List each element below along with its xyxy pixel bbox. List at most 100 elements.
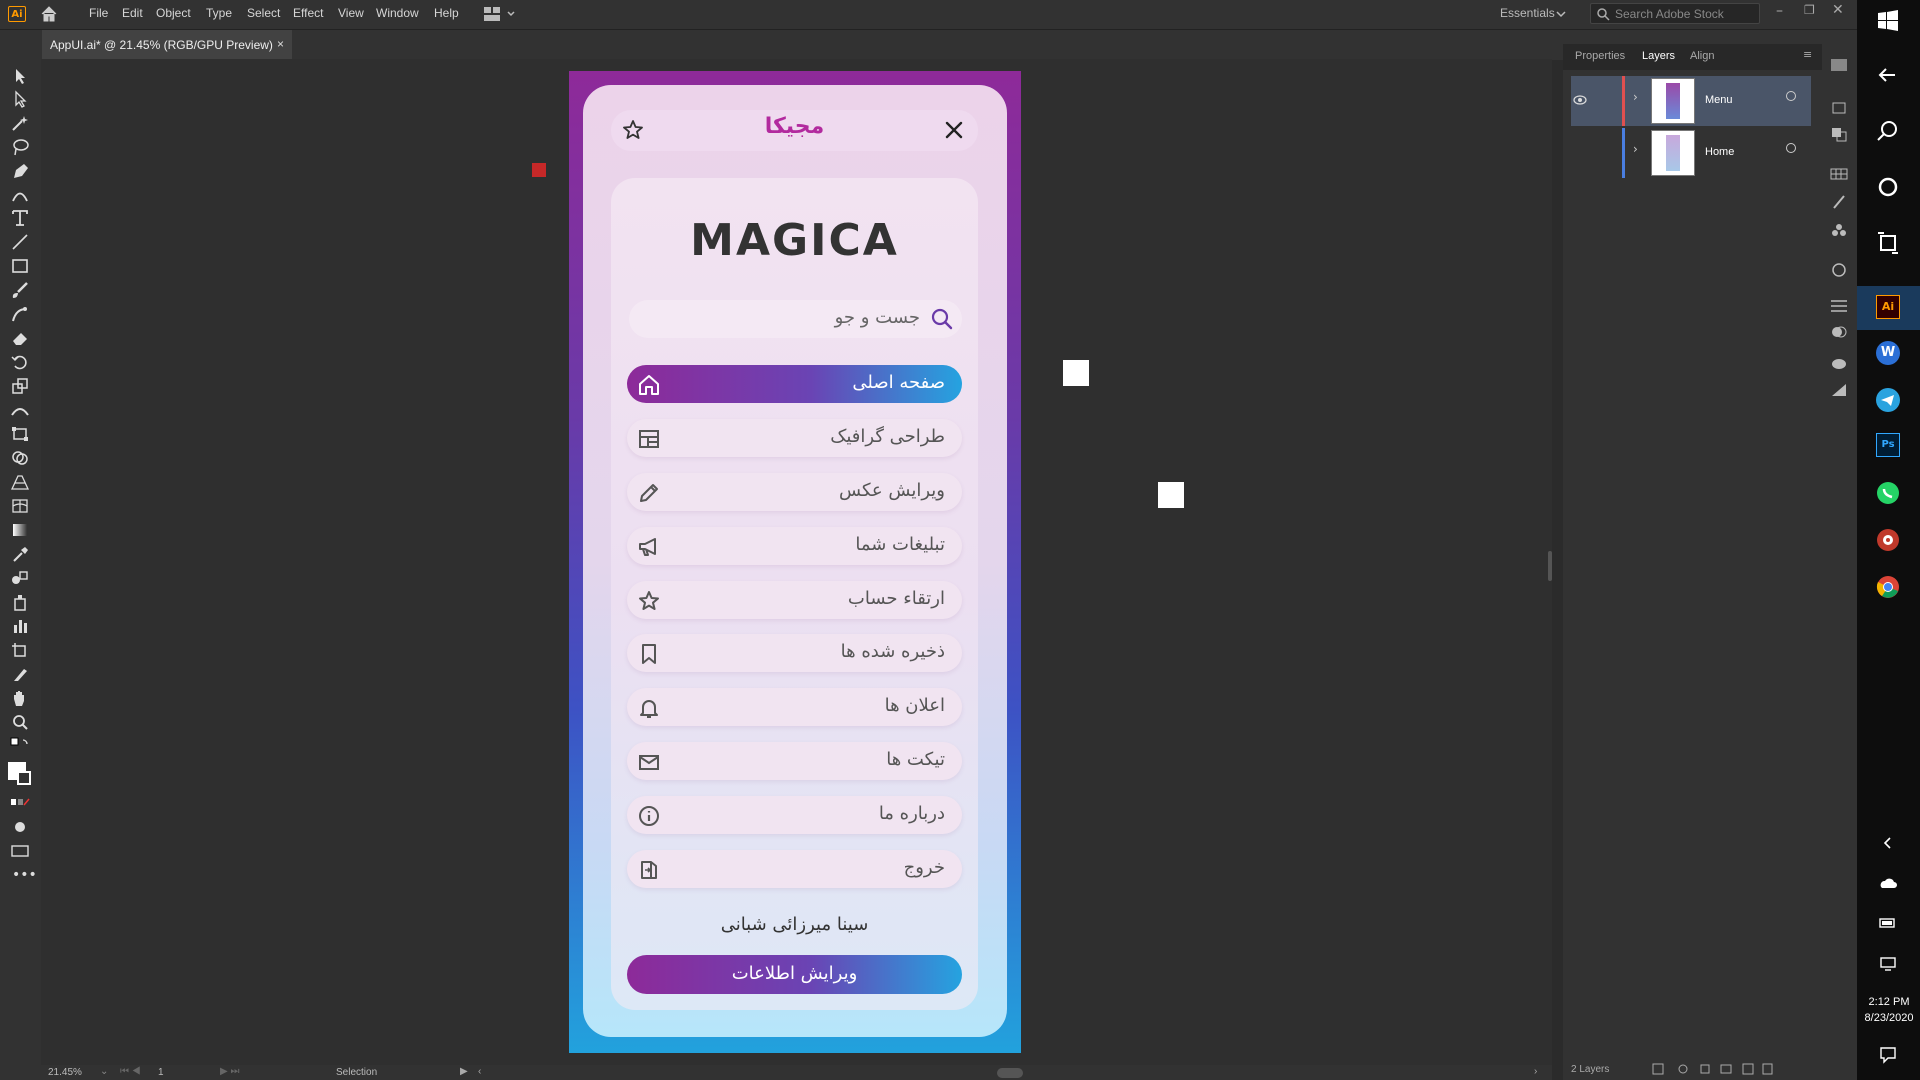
task-view-icon[interactable]	[1875, 230, 1901, 256]
menu-item-graphic-design[interactable]: طراحی گرافیک	[627, 419, 962, 457]
clock-date[interactable]: 8/23/2020	[1861, 1012, 1917, 1024]
menu-item-home[interactable]: صفحه اصلی	[627, 365, 962, 403]
eraser-tool-icon[interactable]	[10, 329, 30, 347]
photoshop-icon[interactable]: Ps	[1876, 433, 1900, 457]
shape-builder-tool-icon[interactable]	[10, 449, 30, 467]
column-graph-tool-icon[interactable]	[10, 617, 30, 635]
hand-tool-icon[interactable]	[10, 689, 30, 707]
menu-window[interactable]: Window	[376, 6, 419, 20]
magic-wand-tool-icon[interactable]	[10, 114, 30, 132]
minimize-button[interactable]: –	[1776, 3, 1783, 19]
scale-tool-icon[interactable]	[10, 377, 30, 395]
eye-icon[interactable]	[1573, 94, 1587, 106]
tab-layers[interactable]: Layers	[1642, 50, 1675, 62]
stroke-swatch[interactable]	[17, 771, 31, 785]
perspective-grid-tool-icon[interactable]	[10, 473, 30, 491]
menu-effect[interactable]: Effect	[293, 6, 323, 20]
color-mode-icon[interactable]	[10, 794, 30, 812]
graphic-styles-panel-icon[interactable]	[1830, 356, 1848, 372]
whatsapp-icon[interactable]	[1875, 480, 1901, 506]
layer-name[interactable]: Home	[1705, 146, 1734, 158]
status-menu-icon[interactable]: ▶	[460, 1066, 468, 1077]
paintbrush-tool-icon[interactable]	[10, 281, 30, 299]
artboard-number[interactable]: 1	[158, 1067, 164, 1078]
slice-tool-icon[interactable]	[10, 665, 30, 683]
document-tab[interactable]: AppUI.ai* @ 21.45% (RGB/GPU Preview) ×	[42, 30, 292, 60]
menu-item-upgrade[interactable]: ارتقاء حساب	[627, 581, 962, 619]
mesh-tool-icon[interactable]	[10, 497, 30, 515]
white-square-object[interactable]	[1158, 482, 1184, 508]
brushes-panel-icon[interactable]	[1830, 194, 1848, 210]
close-window-button[interactable]: ✕	[1832, 2, 1844, 18]
transform-panel-icon[interactable]	[1830, 100, 1848, 116]
chevron-left-icon[interactable]	[1881, 836, 1895, 850]
red-square-object[interactable]	[532, 163, 546, 177]
network-icon[interactable]	[1879, 956, 1897, 972]
type-tool-icon[interactable]	[10, 209, 30, 227]
menu-item-notifications[interactable]: اعلان ها	[627, 688, 962, 726]
width-tool-icon[interactable]	[10, 401, 30, 419]
color-guide-panel-icon[interactable]	[1830, 382, 1848, 398]
line-tool-icon[interactable]	[10, 233, 30, 251]
screen-mode-icon[interactable]	[10, 842, 30, 860]
menu-item-photo-edit[interactable]: ویرایش عکس	[627, 473, 962, 511]
expand-layer-icon[interactable]: ›	[1633, 142, 1638, 156]
menu-file[interactable]: File	[89, 6, 108, 20]
layer-row-home[interactable]: › Home	[1571, 128, 1811, 178]
eyedropper-tool-icon[interactable]	[10, 545, 30, 563]
windows-start-icon[interactable]	[1875, 8, 1901, 34]
layers-footer-icons[interactable]	[1651, 1062, 1831, 1076]
rotate-tool-icon[interactable]	[10, 353, 30, 371]
menu-edit[interactable]: Edit	[122, 6, 143, 20]
menu-item-ads[interactable]: تبلیغات شما	[627, 527, 962, 565]
menu-select[interactable]: Select	[247, 6, 280, 20]
menu-item-saved[interactable]: ذخیره شده ها	[627, 634, 962, 672]
stroke-panel-icon[interactable]	[1830, 298, 1848, 314]
gradient-panel-icon[interactable]	[1830, 58, 1848, 72]
shaper-tool-icon[interactable]	[10, 305, 30, 323]
restore-button[interactable]: ❐	[1804, 3, 1815, 17]
cortana-icon[interactable]	[1875, 174, 1901, 200]
direct-selection-tool-icon[interactable]	[10, 90, 30, 108]
menu-object[interactable]: Object	[156, 6, 191, 20]
scroll-left-icon[interactable]: ‹	[478, 1066, 481, 1077]
blend-tool-icon[interactable]	[10, 569, 30, 587]
clock-time[interactable]: 2:12 PM	[1863, 996, 1915, 1008]
close-tab-icon[interactable]: ×	[277, 37, 284, 51]
panel-menu-icon[interactable]: ≡	[1803, 48, 1812, 61]
pathfinder-panel-icon[interactable]	[1830, 126, 1848, 142]
next-artboard-icon[interactable]: ▶ ⏭	[220, 1066, 239, 1077]
edit-profile-button[interactable]: ویرایش اطلاعات	[627, 955, 962, 994]
menu-item-tickets[interactable]: تیکت ها	[627, 742, 962, 780]
scroll-right-icon[interactable]: ›	[1534, 1066, 1537, 1077]
horizontal-scrollbar[interactable]	[997, 1068, 1023, 1078]
appearance-panel-icon[interactable]	[1830, 262, 1848, 278]
chrome-icon[interactable]	[1875, 574, 1901, 600]
search-icon[interactable]	[1875, 118, 1901, 144]
search-stock-input[interactable]: Search Adobe Stock	[1590, 3, 1760, 24]
menu-view[interactable]: View	[338, 6, 364, 20]
telegram-icon[interactable]	[1875, 387, 1901, 413]
tab-properties[interactable]: Properties	[1575, 50, 1625, 62]
word-app-icon[interactable]: W	[1876, 341, 1900, 365]
swatches-panel-icon[interactable]	[1830, 166, 1848, 182]
transparency-panel-icon[interactable]	[1830, 324, 1848, 340]
onedrive-icon[interactable]	[1879, 876, 1897, 890]
home-icon[interactable]	[40, 5, 58, 23]
search-input[interactable]: جست و جو	[629, 300, 962, 338]
layer-name[interactable]: Menu	[1705, 94, 1733, 106]
battery-icon[interactable]	[1879, 916, 1897, 930]
zoom-level[interactable]: 21.45%	[48, 1067, 82, 1078]
artboard-tool-icon[interactable]	[10, 641, 30, 659]
close-icon[interactable]	[944, 120, 964, 140]
rectangle-tool-icon[interactable]	[10, 257, 30, 275]
media-player-icon[interactable]	[1875, 527, 1901, 553]
target-icon[interactable]	[1786, 91, 1796, 101]
symbols-panel-icon[interactable]	[1830, 222, 1848, 238]
arrange-documents-icon[interactable]	[484, 6, 518, 22]
default-fill-stroke-icon[interactable]	[10, 737, 30, 755]
target-icon[interactable]	[1786, 143, 1796, 153]
white-square-object[interactable]	[1063, 360, 1089, 386]
zoom-tool-icon[interactable]	[10, 713, 30, 731]
menu-item-about[interactable]: درباره ما	[627, 796, 962, 834]
